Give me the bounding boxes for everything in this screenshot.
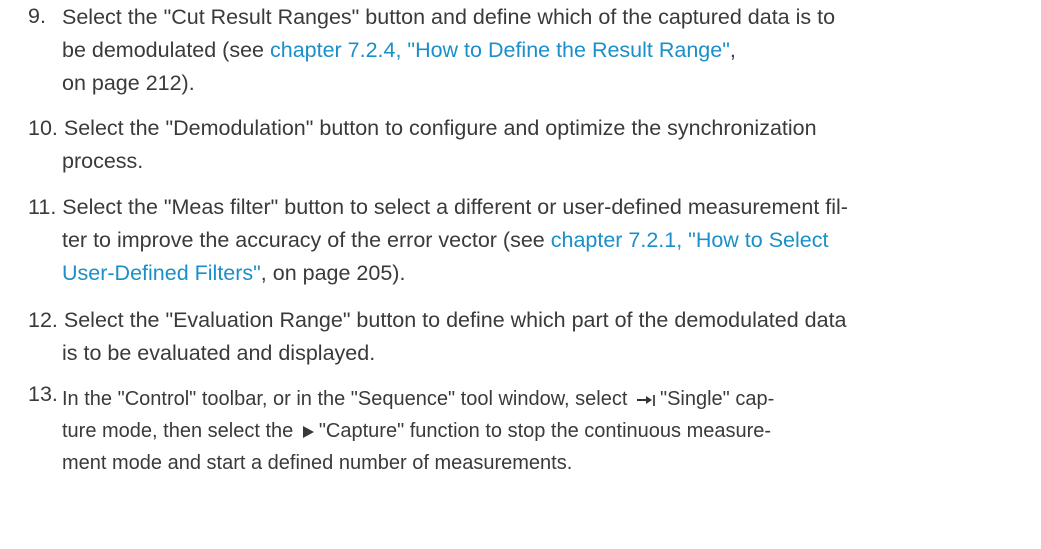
text-run: be demodulated (see <box>62 38 270 62</box>
step-text-line: In the "Control" toolbar, or in the "Seq… <box>62 384 774 414</box>
step-text-line: 12. Select the "Evaluation Range" button… <box>28 305 847 335</box>
text-run: process. <box>62 149 144 173</box>
text-run: Select the "Meas filter" button to selec… <box>62 195 848 219</box>
step-text-line: ter to improve the accuracy of the error… <box>62 225 828 255</box>
text-run: is to be evaluated and displayed. <box>62 341 376 365</box>
text-run: ture mode, then select the <box>62 420 299 442</box>
text-run: ter to improve the accuracy of the error… <box>62 228 551 252</box>
step-text-line: 11. Select the "Meas filter" button to s… <box>28 192 848 222</box>
step-text-line: 10. Select the "Demodulation" button to … <box>28 113 817 143</box>
step-number: 10. <box>28 116 58 140</box>
play-icon <box>301 425 315 439</box>
chapter-link[interactable]: chapter 7.2.4, "How to Define the Result… <box>270 38 730 62</box>
step-text-line: is to be evaluated and displayed. <box>62 338 375 368</box>
step-text-line: process. <box>62 146 143 176</box>
step-number: 11. <box>28 195 57 219</box>
step-text-line: ture mode, then select the "Capture" fun… <box>62 416 771 446</box>
text-run: Select the "Cut Result Ranges" button an… <box>62 5 836 29</box>
single-capture-icon <box>635 393 657 407</box>
step-text-line: be demodulated (see chapter 7.2.4, "How … <box>62 35 736 65</box>
step-number: 13. <box>28 382 58 406</box>
chapter-link[interactable]: User-Defined Filters" <box>62 261 261 285</box>
step-number: 9. <box>28 4 46 28</box>
text-run: ment mode and start a defined number of … <box>62 452 573 474</box>
text-run: "Capture" function to stop the continuou… <box>318 420 772 442</box>
text-run: Select the "Evaluation Range" button to … <box>63 308 847 332</box>
text-run: Select the "Demodulation" button to conf… <box>63 116 817 140</box>
text-run: , on page 205). <box>260 261 406 285</box>
text-run: , <box>729 38 736 62</box>
step-text-line: ment mode and start a defined number of … <box>62 448 572 478</box>
text-run: on page 212). <box>62 71 195 95</box>
step-text-line: User-Defined Filters", on page 205). <box>62 258 405 288</box>
step-text-line: on page 212). <box>62 68 195 98</box>
text-run: In the "Control" toolbar, or in the "Seq… <box>62 388 633 410</box>
chapter-link[interactable]: chapter 7.2.1, "How to Select <box>551 228 829 252</box>
step-number: 12. <box>28 308 58 332</box>
text-run: "Single" cap- <box>659 388 775 410</box>
document-page: 9. Select the "Cut Result Ranges" button… <box>0 0 1041 549</box>
step-text-line: Select the "Cut Result Ranges" button an… <box>62 2 835 32</box>
